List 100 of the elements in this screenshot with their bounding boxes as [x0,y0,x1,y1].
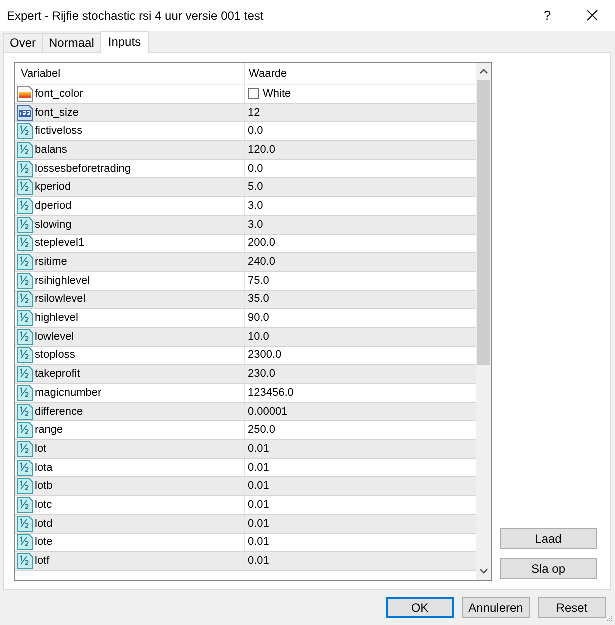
variable-value[interactable]: 0.01 [248,536,270,548]
table-row[interactable]: lotf 0.01 [15,552,476,571]
help-button[interactable]: ? [525,0,570,31]
variable-name: rsihighlevel [35,274,90,287]
fraction-tile-icon [17,422,33,438]
column-header[interactable]: Waarde [247,68,290,80]
table-row[interactable]: lowlevel 10.0 [15,328,476,347]
variable-value[interactable]: 3.0 [248,200,264,212]
close-icon [587,10,598,21]
table-row[interactable]: kperiod 5.0 [15,178,476,198]
tab[interactable]: Over [3,33,44,52]
fraction-tile-icon [17,440,33,457]
fraction-tile-icon [17,534,33,550]
scrollbar-thumb[interactable] [477,80,490,365]
variable-value[interactable]: 3.0 [248,218,264,231]
variable-value[interactable]: 0.01 [248,498,270,511]
variable-name: rsilowlevel [35,293,86,306]
table-row[interactable]: font_color White [15,85,476,104]
table-row[interactable]: lotc 0.01 [15,496,476,515]
variable-value[interactable]: 200.0 [248,237,276,250]
panel-button[interactable]: Laad [500,528,597,549]
table-row[interactable]: rsihighlevel 75.0 [15,272,476,291]
fraction-tile-icon [17,254,33,270]
fraction-tile-icon [17,291,33,308]
table-row[interactable]: magicnumber 123456.0 [15,384,476,403]
table-row[interactable]: range 250.0 [15,421,476,440]
variable-value[interactable]: 0.0 [248,125,264,138]
table-row[interactable]: lossesbeforetrading 0.0 [15,160,476,178]
fraction-tile-icon [17,553,33,570]
column-header[interactable]: Variabel [19,68,63,80]
fraction-tile-icon [17,460,33,476]
scrollbar[interactable] [476,63,491,580]
fraction-tile-icon [17,216,33,233]
table-row[interactable]: steplevel1 200.0 [15,234,476,254]
caret-down-icon [480,569,488,574]
variable-value[interactable]: 240.0 [248,256,276,268]
variable-value[interactable]: 0.01 [248,480,270,492]
variable-name: range [35,424,64,436]
table-row[interactable]: lota 0.01 [15,458,476,478]
fraction-tile-icon [17,198,33,214]
table-row[interactable]: balans 120.0 [15,141,476,160]
table-row[interactable]: font_size 12 [15,104,476,122]
variable-value[interactable]: 0.01 [248,462,270,474]
panel-button[interactable]: Sla op [500,558,597,579]
table-row[interactable]: slowing 3.0 [15,216,476,234]
table-row[interactable]: fictiveloss 0.0 [15,122,476,142]
table-row[interactable]: highlevel 90.0 [15,309,476,328]
variable-value[interactable]: 250.0 [248,424,276,436]
variable-value[interactable]: 0.0 [248,162,264,175]
variable-name: highlevel [35,312,78,324]
resize-grip-icon[interactable] [606,615,613,622]
number-tile-icon [17,104,33,121]
table-row[interactable]: dperiod 3.0 [15,197,476,216]
variable-value[interactable]: 10.0 [248,330,270,343]
variable-value[interactable]: 123456.0 [248,386,294,399]
variable-name: font_size [35,106,80,119]
variable-name: lossesbeforetrading [35,162,132,175]
table-row[interactable]: stoploss 2300.0 [15,346,476,366]
variable-name: balans [35,144,68,156]
variable-value[interactable]: 0.01 [248,442,270,455]
variable-name: lotc [35,498,52,511]
tab[interactable]: Inputs [100,31,150,53]
dialog-button[interactable]: Annuleren [462,597,530,618]
variable-value[interactable]: 0.01 [248,555,270,568]
table-row[interactable]: rsilowlevel 35.0 [15,290,476,310]
variable-name: lotd [35,518,53,530]
variable-name: lot [35,442,47,455]
fraction-tile-icon [17,160,33,177]
variable-value[interactable]: 35.0 [248,293,270,306]
window-title: Expert - Rijfie stochastic rsi 4 uur versie 001 test [7,8,265,22]
variable-name: steplevel1 [35,237,85,250]
table-row[interactable]: difference 0.00001 [15,402,476,422]
variable-value[interactable]: 0.01 [248,518,270,530]
variable-name: lote [35,536,53,548]
variable-value[interactable]: White [263,88,292,100]
table-row[interactable]: rsitime 240.0 [15,253,476,272]
variable-value[interactable]: 12 [248,106,260,119]
table-row[interactable]: lot 0.01 [15,440,476,459]
dialog-button[interactable]: Reset [538,597,606,618]
variable-name: lota [35,462,53,474]
variable-value[interactable]: 0.00001 [248,406,288,418]
fraction-tile-icon [17,179,33,196]
variable-value[interactable]: 75.0 [248,274,270,287]
variable-value[interactable]: 2300.0 [248,349,282,362]
variable-value[interactable]: 5.0 [248,181,264,194]
table-row[interactable]: takeprofit 230.0 [15,365,476,384]
fraction-tile-icon [17,366,33,382]
fraction-tile-icon [17,310,33,326]
fraction-tile-icon [17,516,33,532]
table-row[interactable]: lotb 0.01 [15,477,476,496]
variable-value[interactable]: 120.0 [248,144,276,156]
variable-value[interactable]: 230.0 [248,368,276,380]
table-row[interactable]: lote 0.01 [15,534,476,552]
fraction-tile-icon [17,496,33,513]
variable-name: fictiveloss [35,125,83,138]
variable-value[interactable]: 90.0 [248,312,270,324]
dialog-button[interactable]: OK [386,597,454,618]
table-row[interactable]: lotd 0.01 [15,514,476,534]
variable-name: magicnumber [35,386,102,399]
variable-name: rsitime [35,256,68,268]
